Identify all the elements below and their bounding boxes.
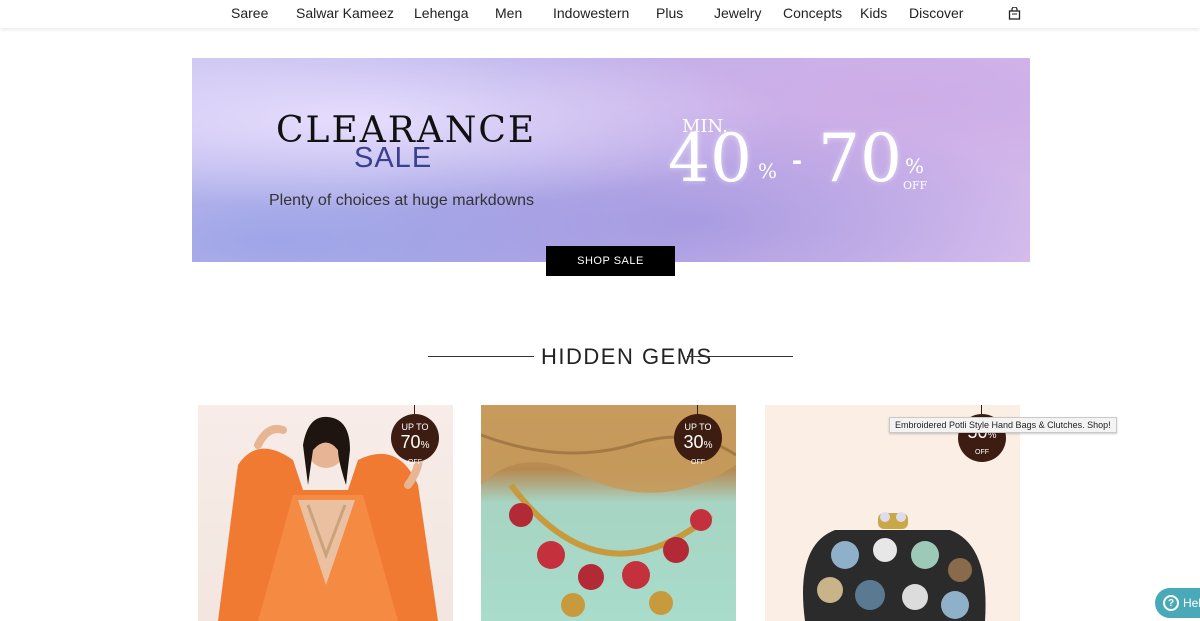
nav-item-jewelry[interactable]: Jewelry <box>714 5 761 21</box>
banner-off-label: OFF <box>903 179 928 192</box>
product-tooltip: Embroidered Potli Style Hand Bags & Clut… <box>889 417 1117 433</box>
product-card-potli-bag[interactable]: 50% OFF <box>765 405 1020 621</box>
shopping-bag-icon[interactable] <box>1008 7 1021 20</box>
nav-item-concepts[interactable]: Concepts <box>783 5 842 21</box>
badge-value: 70% <box>400 432 430 452</box>
banner-subtitle: SALE <box>354 142 433 174</box>
product-card-necklace[interactable]: UP TO 30% OFF <box>481 405 736 621</box>
badge-top: UP TO <box>401 422 429 432</box>
banner-percent-low: % <box>758 159 778 183</box>
badge-off: OFF <box>408 459 422 466</box>
badge-top: UP TO <box>684 422 712 432</box>
badge-off: OFF <box>975 449 989 456</box>
banner-discount-high: 70 <box>818 120 902 197</box>
help-label: Help <box>1183 596 1200 610</box>
banner-percent-high: % <box>905 154 925 178</box>
nav-item-salwar-kameez[interactable]: Salwar Kameez <box>296 5 394 21</box>
banner-discount-low: 40 <box>668 120 752 197</box>
nav-item-indowestern[interactable]: Indowestern <box>553 5 629 21</box>
section-divider-right <box>687 356 793 357</box>
top-navigation: Saree Salwar Kameez Lehenga Men Indowest… <box>0 0 1200 28</box>
banner-tagline: Plenty of choices at huge markdowns <box>269 192 535 209</box>
nav-item-discover[interactable]: Discover <box>909 5 963 21</box>
discount-badge: UP TO 30% OFF <box>674 414 722 466</box>
section-title: HIDDEN GEMS <box>541 344 713 369</box>
nav-item-saree[interactable]: Saree <box>231 5 268 21</box>
badge-off: OFF <box>691 459 705 466</box>
product-card-kaftan[interactable]: UP TO 70% OFF <box>198 405 453 621</box>
help-button[interactable]: ? Help <box>1155 588 1200 618</box>
badge-value: 30% <box>683 432 713 452</box>
question-circle-icon: ? <box>1163 595 1179 611</box>
section-divider-left <box>428 356 534 357</box>
shop-sale-button[interactable]: SHOP SALE <box>546 246 675 276</box>
nav-item-plus[interactable]: Plus <box>656 5 683 21</box>
banner-dash: - <box>792 144 802 177</box>
nav-item-kids[interactable]: Kids <box>860 5 887 21</box>
clearance-sale-banner[interactable]: CLEARANCE SALE Plenty of choices at huge… <box>192 58 1030 262</box>
nav-item-lehenga[interactable]: Lehenga <box>414 5 469 21</box>
discount-badge: UP TO 70% OFF <box>391 414 439 466</box>
nav-item-men[interactable]: Men <box>495 5 522 21</box>
